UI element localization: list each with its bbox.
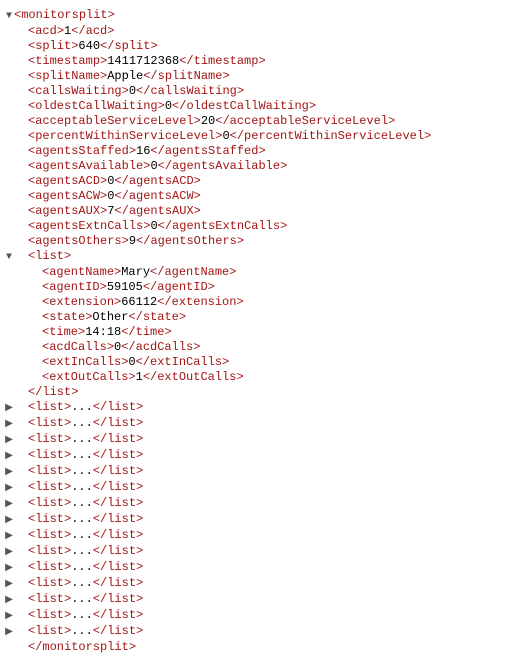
- disclosure-triangle-open[interactable]: ▼: [4, 250, 14, 265]
- list-collapsed[interactable]: <list>...</list>: [14, 608, 143, 622]
- list-field-extension: <extension>66112</extension>: [14, 295, 244, 309]
- list-close-tag: </list>: [14, 385, 78, 399]
- list-collapsed[interactable]: <list>...</list>: [14, 496, 143, 510]
- list-open-tag[interactable]: <list>: [14, 249, 71, 263]
- disclosure-triangle-closed[interactable]: ▶: [4, 513, 14, 528]
- list-collapsed[interactable]: <list>...</list>: [14, 512, 143, 526]
- field-agentsOthers: <agentsOthers>9</agentsOthers>: [14, 234, 244, 248]
- disclosure-triangle-closed[interactable]: ▶: [4, 529, 14, 544]
- root-open-tag[interactable]: <monitorsplit>: [14, 8, 115, 22]
- field-percentWithinServiceLevel: <percentWithinServiceLevel>0</percentWit…: [14, 129, 431, 143]
- field-agentsAUX: <agentsAUX>7</agentsAUX>: [14, 204, 201, 218]
- disclosure-triangle-closed[interactable]: ▶: [4, 417, 14, 432]
- field-callsWaiting: <callsWaiting>0</callsWaiting>: [14, 84, 244, 98]
- list-collapsed[interactable]: <list>...</list>: [14, 432, 143, 446]
- disclosure-triangle-closed[interactable]: ▶: [4, 433, 14, 448]
- disclosure-triangle-closed[interactable]: ▶: [4, 593, 14, 608]
- list-collapsed[interactable]: <list>...</list>: [14, 448, 143, 462]
- field-acceptableServiceLevel: <acceptableServiceLevel>20</acceptableSe…: [14, 114, 395, 128]
- disclosure-triangle-closed[interactable]: ▶: [4, 481, 14, 496]
- field-split: <split>640</split>: [14, 39, 158, 53]
- disclosure-triangle-closed[interactable]: ▶: [4, 545, 14, 560]
- field-agentsACW: <agentsACW>0</agentsACW>: [14, 189, 201, 203]
- field-timestamp: <timestamp>1411712368</timestamp>: [14, 54, 266, 68]
- disclosure-triangle-closed[interactable]: ▶: [4, 497, 14, 512]
- field-agentsAvailable: <agentsAvailable>0</agentsAvailable>: [14, 159, 287, 173]
- list-field-agentID: <agentID>59105</agentID>: [14, 280, 215, 294]
- disclosure-triangle-closed[interactable]: ▶: [4, 577, 14, 592]
- disclosure-triangle-closed[interactable]: ▶: [4, 561, 14, 576]
- xml-tree: ▼<monitorsplit><acd>1</acd><split>640</s…: [4, 8, 511, 655]
- list-collapsed[interactable]: <list>...</list>: [14, 464, 143, 478]
- list-field-acdCalls: <acdCalls>0</acdCalls>: [14, 340, 200, 354]
- disclosure-triangle-closed[interactable]: ▶: [4, 401, 14, 416]
- disclosure-triangle-closed[interactable]: ▶: [4, 625, 14, 640]
- list-field-time: <time>14:18</time>: [14, 325, 172, 339]
- disclosure-triangle-open[interactable]: ▼: [4, 9, 14, 24]
- list-field-extOutCalls: <extOutCalls>1</extOutCalls>: [14, 370, 244, 384]
- field-acd: <acd>1</acd>: [14, 24, 114, 38]
- list-collapsed[interactable]: <list>...</list>: [14, 560, 143, 574]
- disclosure-triangle-closed[interactable]: ▶: [4, 449, 14, 464]
- field-agentsStaffed: <agentsStaffed>16</agentsStaffed>: [14, 144, 266, 158]
- list-collapsed[interactable]: <list>...</list>: [14, 416, 143, 430]
- list-collapsed[interactable]: <list>...</list>: [14, 624, 143, 638]
- list-field-agentName: <agentName>Mary</agentName>: [14, 265, 236, 279]
- list-collapsed[interactable]: <list>...</list>: [14, 544, 143, 558]
- list-collapsed[interactable]: <list>...</list>: [14, 576, 143, 590]
- field-agentsACD: <agentsACD>0</agentsACD>: [14, 174, 201, 188]
- list-collapsed[interactable]: <list>...</list>: [14, 400, 143, 414]
- list-collapsed[interactable]: <list>...</list>: [14, 592, 143, 606]
- list-collapsed[interactable]: <list>...</list>: [14, 480, 143, 494]
- field-splitName: <splitName>Apple</splitName>: [14, 69, 230, 83]
- field-oldestCallWaiting: <oldestCallWaiting>0</oldestCallWaiting>: [14, 99, 316, 113]
- disclosure-triangle-closed[interactable]: ▶: [4, 465, 14, 480]
- root-close-tag: </monitorsplit>: [14, 640, 136, 654]
- list-field-state: <state>Other</state>: [14, 310, 186, 324]
- list-collapsed[interactable]: <list>...</list>: [14, 528, 143, 542]
- field-agentsExtnCalls: <agentsExtnCalls>0</agentsExtnCalls>: [14, 219, 287, 233]
- list-field-extInCalls: <extInCalls>0</extInCalls>: [14, 355, 229, 369]
- disclosure-triangle-closed[interactable]: ▶: [4, 609, 14, 624]
